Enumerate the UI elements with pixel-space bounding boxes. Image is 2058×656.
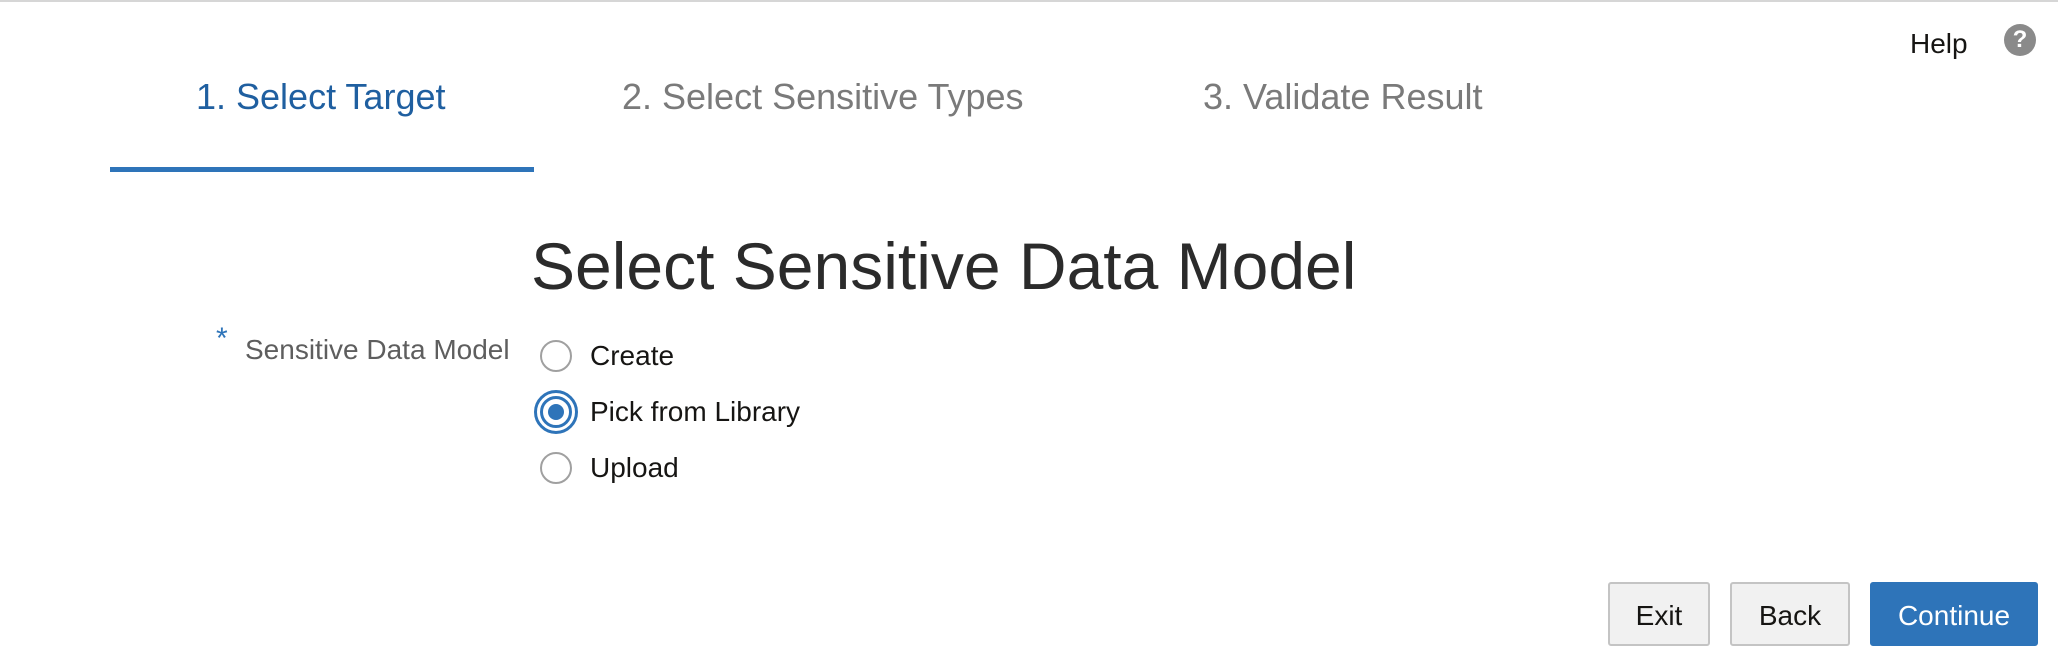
step-label: 1. Select Target	[196, 76, 446, 117]
step-validate-result[interactable]: 3. Validate Result	[1168, 2, 1508, 172]
page-title: Select Sensitive Data Model	[531, 229, 1357, 303]
step-select-target[interactable]: 1. Select Target	[110, 2, 534, 172]
required-indicator: *	[216, 322, 228, 355]
back-button[interactable]: Back	[1730, 582, 1850, 646]
radio-icon[interactable]	[534, 390, 578, 434]
step-train: 1. Select Target 2. Select Sensitive Typ…	[0, 2, 2058, 174]
radio-selected-dot	[548, 404, 564, 420]
radio-icon[interactable]	[540, 452, 572, 484]
radio-option-upload[interactable]: Upload	[540, 440, 800, 496]
step-label: 3. Validate Result	[1203, 76, 1483, 117]
radio-label: Upload	[590, 452, 679, 483]
page: Help ? 1. Select Target 2. Select Sensit…	[0, 0, 2058, 656]
sensitive-data-model-label: Sensitive Data Model	[245, 334, 510, 365]
step-select-sensitive-types[interactable]: 2. Select Sensitive Types	[598, 2, 1058, 172]
exit-button[interactable]: Exit	[1608, 582, 1710, 646]
radio-label: Pick from Library	[590, 396, 801, 427]
active-step-indicator	[110, 167, 534, 172]
radio-label: Create	[590, 340, 675, 371]
radio-option-create[interactable]: Create	[540, 328, 800, 384]
continue-button[interactable]: Continue	[1870, 582, 2038, 646]
radio-icon[interactable]	[540, 340, 572, 372]
sensitive-data-model-radio-group: Create Pick from Library Upload	[534, 328, 801, 496]
step-label: 2. Select Sensitive Types	[622, 76, 1024, 117]
radio-option-pick-from-library[interactable]: Pick from Library	[534, 384, 801, 440]
